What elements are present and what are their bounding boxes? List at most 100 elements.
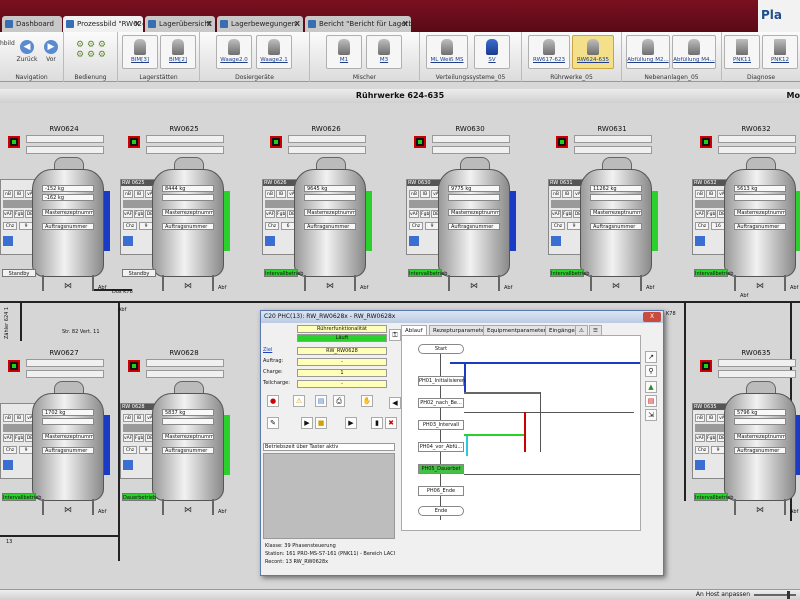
cell-vaf[interactable]: vAF — [123, 210, 133, 218]
reactor-control-panel[interactable]: RW 0628 nB IB vA vAF Fgb DB Chz 9 — [120, 403, 156, 479]
reactor-control-panel[interactable]: RW 0632 nB IB vA vAF Fgb DB Chz 16 — [692, 179, 728, 255]
reactor-rw0625[interactable]: RW0625 RW 0625 nB IB vA vAF Fgb DB Chz 9… — [120, 125, 265, 315]
close-icon[interactable]: X — [207, 16, 212, 32]
cell-fgb[interactable]: Fgb — [276, 210, 286, 218]
cell-fgb[interactable]: Fgb — [14, 434, 24, 442]
reactor-rw0628[interactable]: RW0628 RW 0628 nB IB vA vAF Fgb DB Chz 9… — [120, 349, 265, 539]
reactor-control-panel[interactable]: nB IB vA vAF Fgb DB Chz 9 — [0, 179, 36, 255]
rw624-635-button[interactable]: RW624-635 — [572, 35, 614, 69]
step-icon[interactable]: ▶ — [345, 417, 357, 429]
operator-icon[interactable] — [409, 236, 419, 246]
cell-vaf[interactable]: vAF — [3, 434, 13, 442]
cell-ib[interactable]: IB — [134, 414, 144, 422]
dialog-close-button[interactable]: X — [643, 312, 661, 322]
cell-nb[interactable]: nB — [265, 190, 275, 198]
ml-weiss-ms-button[interactable]: ML Weiß MS — [426, 35, 468, 69]
close-icon[interactable]: X — [135, 16, 140, 32]
flow-step[interactable]: PH06_Ende — [418, 486, 464, 496]
flow-step[interactable]: PH03_Intervall — [418, 420, 464, 430]
valve-icon[interactable]: ⋈ — [64, 505, 72, 514]
zoom-fit-label[interactable]: An Host anpassen — [696, 591, 750, 598]
reactor-control-panel[interactable]: RW 0625 nB IB vA vAF Fgb DB Chz 9 — [120, 179, 156, 255]
reactor-control-panel[interactable]: RW 0635 nB IB vA vAF Fgb DB Chz 9 — [692, 403, 728, 479]
operator-icon[interactable] — [265, 236, 275, 246]
valve-icon[interactable]: ⋈ — [612, 281, 620, 290]
forward-button[interactable]: ▶ Vor — [40, 40, 62, 63]
bar-chart-icon[interactable]: ▤ — [645, 395, 657, 407]
tab-lagerbewegungen[interactable]: Lagerbewegungen X — [217, 16, 303, 32]
cell-nb[interactable]: nB — [123, 190, 133, 198]
abort-icon[interactable]: ✖ — [385, 417, 397, 429]
cell-vaf[interactable]: vAF — [551, 210, 561, 218]
tab-bericht[interactable]: Bericht "Bericht für Lagerbewegungen"X — [305, 16, 411, 32]
cell-vaf[interactable]: vAF — [265, 210, 275, 218]
cell-fgb[interactable]: Fgb — [134, 210, 144, 218]
tab-dashboard[interactable]: Dashboard — [2, 16, 62, 32]
pnk11-button[interactable]: PNK11 — [724, 35, 760, 69]
tab-warnings[interactable]: ⚠ — [575, 325, 588, 335]
close-icon[interactable]: X — [295, 16, 300, 32]
tab-rezepturparameter[interactable]: Rezepturparameter — [429, 325, 491, 335]
abfuellung-m4-button[interactable]: Abfüllung M4... — [672, 35, 716, 69]
valve-icon[interactable]: ⋈ — [756, 281, 764, 290]
cell-fgb[interactable]: Fgb — [706, 434, 716, 442]
flow-step[interactable]: PH02_nach_Be... — [418, 398, 464, 408]
status-badge[interactable]: Intervallbetrieb — [550, 269, 589, 277]
cell-ib[interactable]: IB — [562, 190, 572, 198]
cell-nb[interactable]: nB — [123, 414, 133, 422]
flow-step[interactable]: Start — [418, 344, 464, 354]
chart-icon[interactable]: ▲ — [645, 381, 657, 393]
reactor-rw0632[interactable]: RW0632 RW 0632 nB IB vA vAF Fgb DB Chz 1… — [692, 125, 800, 315]
flow-step[interactable]: Ende — [418, 506, 464, 516]
phase-dialog[interactable]: C20 PHC(13): RW_RW0628x - RW_RW0628x X R… — [260, 310, 664, 576]
cell-fgb[interactable]: Fgb — [420, 210, 430, 218]
cell-vaf[interactable]: vAF — [695, 434, 705, 442]
valve-icon[interactable]: ⋈ — [756, 505, 764, 514]
flow-step[interactable]: PH04_vor_Abfü... — [418, 442, 464, 452]
dialog-title[interactable]: C20 PHC(13): RW_RW0628x - RW_RW0628x — [261, 311, 663, 323]
cell-vaf[interactable]: vAF — [123, 434, 133, 442]
cell-vaf[interactable]: vAF — [695, 210, 705, 218]
cell-ib[interactable]: IB — [134, 190, 144, 198]
operator-icon[interactable] — [695, 460, 705, 470]
valve-icon[interactable]: ⋈ — [184, 281, 192, 290]
cell-ib[interactable]: IB — [706, 190, 716, 198]
cell-fgb[interactable]: Fgb — [134, 434, 144, 442]
eraser-icon[interactable]: ✎ — [267, 417, 279, 429]
tab-eingaenge[interactable]: Eingänge — [545, 325, 579, 335]
cell-ib[interactable]: IB — [706, 414, 716, 422]
play-icon[interactable]: ▶ — [301, 417, 313, 429]
flow-step[interactable]: PH01_Initialisieren — [418, 376, 465, 386]
tool-icons[interactable]: ⚙ ⚙ ⚙ ⚙ ⚙ ⚙ — [70, 40, 112, 60]
cell-nb[interactable]: nB — [409, 190, 419, 198]
cell-ib[interactable]: IB — [420, 190, 430, 198]
tab-ablauf[interactable]: Ablauf — [401, 325, 427, 335]
pnk12-button[interactable]: PNK12 — [762, 35, 798, 69]
reactor-rw0626[interactable]: RW0626 RW 0626 nB IB vA vAF Fgb DB Chz 6… — [262, 125, 407, 315]
valve-icon[interactable]: ⋈ — [326, 281, 334, 290]
bim3-button[interactable]: BIM[3] — [122, 35, 158, 69]
cell-vaf[interactable]: vAF — [3, 210, 13, 218]
lock-icon[interactable]: ⚿ — [389, 329, 401, 341]
cell-ib[interactable]: IB — [14, 414, 24, 422]
status-badge[interactable]: Intervallbetrieb — [264, 269, 303, 277]
tab-list[interactable]: ☰ — [589, 325, 602, 335]
target-label[interactable]: Ziel — [263, 347, 272, 353]
cell-ib[interactable]: IB — [276, 190, 286, 198]
tab-lageruebersicht[interactable]: Lagerübersicht X — [145, 16, 215, 32]
valve-icon[interactable]: ⋈ — [184, 505, 192, 514]
tab-prozessbild[interactable]: Prozessbild "RW624-635"X — [63, 16, 143, 32]
waage20-button[interactable]: Waage2.0 — [216, 35, 252, 69]
status-badge[interactable]: Intervallbetrieb — [694, 269, 733, 277]
abfuellung-m2-button[interactable]: Abfüllung M2... — [626, 35, 670, 69]
pointer-icon[interactable]: ↗ — [645, 351, 657, 363]
flow-step[interactable]: PH05_Dauerbet — [418, 464, 464, 474]
cell-vaf[interactable]: vAF — [409, 210, 419, 218]
status-badge[interactable]: Intervallbetrieb — [694, 493, 733, 501]
cell-nb[interactable]: nB — [3, 414, 13, 422]
hand-icon[interactable]: ✋ — [361, 395, 373, 407]
reactor-rw0635[interactable]: RW0635 RW 0635 nB IB vA vAF Fgb DB Chz 9… — [692, 349, 800, 539]
bim2-button[interactable]: BIM[2] — [160, 35, 196, 69]
waage21-button[interactable]: Waage2.1 — [256, 35, 292, 69]
sv-button[interactable]: SV — [474, 35, 510, 69]
